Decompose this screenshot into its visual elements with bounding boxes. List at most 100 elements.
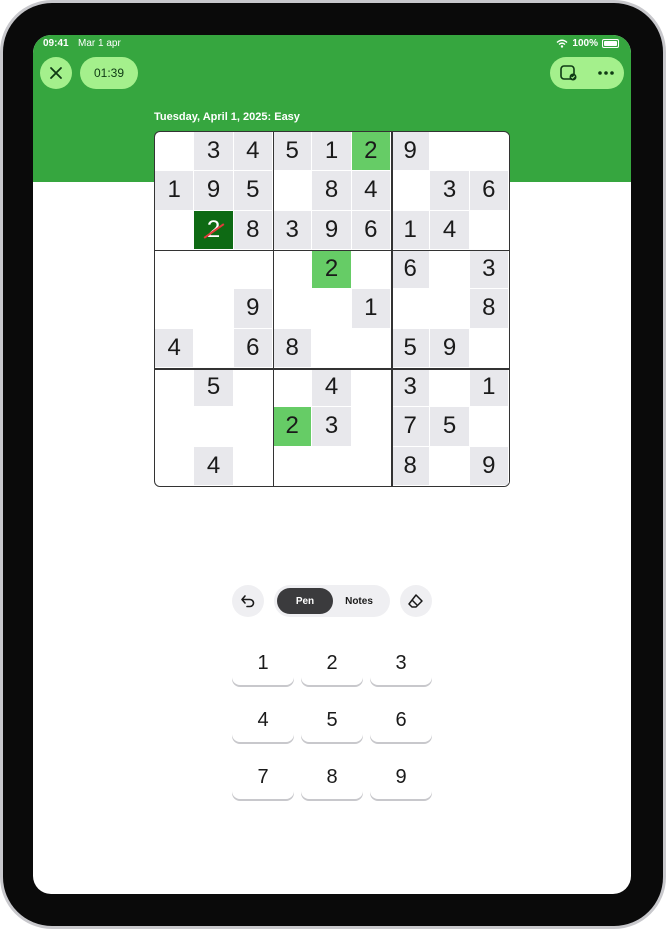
grid-cell[interactable] [469,210,509,250]
grid-cell[interactable] [233,367,273,408]
key-3[interactable]: 3 [370,641,432,685]
grid-cell[interactable] [351,407,391,447]
grid-cell[interactable] [194,249,234,290]
grid-cell[interactable] [155,367,195,408]
key-8[interactable]: 8 [301,755,363,799]
grid-cell[interactable] [155,446,195,486]
key-4[interactable]: 4 [232,698,294,742]
key-2[interactable]: 2 [301,641,363,685]
grid-cell[interactable]: 3 [469,249,509,290]
timer[interactable]: 01:39 [80,57,138,89]
grid-cell[interactable]: 4 [430,210,470,250]
grid-cell[interactable]: 3 [312,407,352,447]
grid-cell[interactable] [351,367,391,408]
grid-cell[interactable] [430,446,470,486]
grid-cell[interactable]: 8 [272,328,313,368]
grid-cell[interactable] [194,328,234,368]
grid-cell[interactable] [351,446,391,486]
grid-cell[interactable]: 7 [390,407,431,447]
grid-cell[interactable]: 9 [312,210,352,250]
grid-cell[interactable]: 6 [390,249,431,290]
pen-mode-button[interactable]: Pen [277,588,333,614]
grid-cell[interactable] [469,132,509,172]
grid-cell[interactable]: 3 [194,132,234,172]
grid-cell[interactable]: 8 [390,446,431,486]
grid-cell[interactable] [430,132,470,172]
grid-cell[interactable]: 2 [351,132,391,172]
key-7[interactable]: 7 [232,755,294,799]
grid-cell[interactable]: 8 [233,210,273,250]
grid-cell[interactable] [312,446,352,486]
grid-cell[interactable] [155,407,195,447]
grid-cell[interactable]: 4 [233,132,273,172]
grid-cell[interactable]: 1 [469,367,509,408]
grid-cell[interactable]: 5 [194,367,234,408]
grid-cell[interactable]: 4 [351,171,391,211]
grid-cell[interactable] [194,289,234,329]
grid-cell[interactable] [272,289,313,329]
grid-cell[interactable]: 8 [469,289,509,329]
grid-cell[interactable]: 3 [272,210,313,250]
grid-cell[interactable]: 2 [194,210,234,250]
grid-cell[interactable] [233,407,273,447]
more-button[interactable] [597,70,615,76]
grid-cell[interactable] [272,171,313,211]
close-button[interactable] [40,57,72,89]
key-6[interactable]: 6 [370,698,432,742]
grid-cell[interactable] [351,249,391,290]
check-square-button[interactable] [559,65,578,81]
grid-cell[interactable]: 4 [194,446,234,486]
notes-mode-button[interactable]: Notes [331,588,387,614]
grid-cell[interactable] [430,249,470,290]
undo-button[interactable] [232,585,264,617]
grid-cell[interactable]: 8 [312,171,352,211]
grid-cell[interactable]: 9 [390,132,431,172]
key-9[interactable]: 9 [370,755,432,799]
grid-cell[interactable]: 6 [351,210,391,250]
key-5[interactable]: 5 [301,698,363,742]
grid-cell[interactable]: 9 [194,171,234,211]
grid-cell[interactable] [312,289,352,329]
grid-cell[interactable] [272,367,313,408]
grid-cell[interactable]: 1 [351,289,391,329]
grid-cell[interactable] [430,289,470,329]
grid-cell[interactable]: 4 [155,328,195,368]
mode-toggle: Pen Notes [274,585,390,617]
key-1[interactable]: 1 [232,641,294,685]
grid-cell[interactable] [312,328,352,368]
grid-cell[interactable]: 9 [469,446,509,486]
grid-cell[interactable] [233,446,273,486]
grid-cell[interactable]: 1 [390,210,431,250]
grid-cell[interactable] [469,328,509,368]
grid-cell[interactable]: 5 [272,132,313,172]
grid-cell[interactable]: 6 [233,328,273,368]
grid-cell[interactable]: 2 [312,249,352,290]
grid-cell[interactable] [155,132,195,172]
grid-cell[interactable] [390,171,431,211]
grid-cell[interactable]: 1 [312,132,352,172]
grid-cell[interactable] [194,407,234,447]
grid-cell[interactable] [272,446,313,486]
grid-cell[interactable] [233,249,273,290]
grid-cell[interactable]: 4 [312,367,352,408]
grid-cell[interactable] [351,328,391,368]
grid-cell[interactable] [155,210,195,250]
grid-cell[interactable]: 5 [233,171,273,211]
cell-value: 7 [403,412,417,440]
grid-cell[interactable] [390,289,431,329]
grid-cell[interactable] [469,407,509,447]
grid-cell[interactable]: 3 [390,367,431,408]
grid-cell[interactable]: 6 [469,171,509,211]
grid-cell[interactable]: 9 [233,289,273,329]
grid-cell[interactable] [155,249,195,290]
grid-cell[interactable]: 5 [390,328,431,368]
grid-cell[interactable]: 1 [155,171,195,211]
grid-cell[interactable]: 3 [430,171,470,211]
grid-cell[interactable]: 5 [430,407,470,447]
grid-cell[interactable] [155,289,195,329]
grid-cell[interactable]: 9 [430,328,470,368]
grid-cell[interactable]: 2 [272,407,313,447]
eraser-button[interactable] [400,585,432,617]
grid-cell[interactable] [272,249,313,290]
grid-cell[interactable] [430,367,470,408]
